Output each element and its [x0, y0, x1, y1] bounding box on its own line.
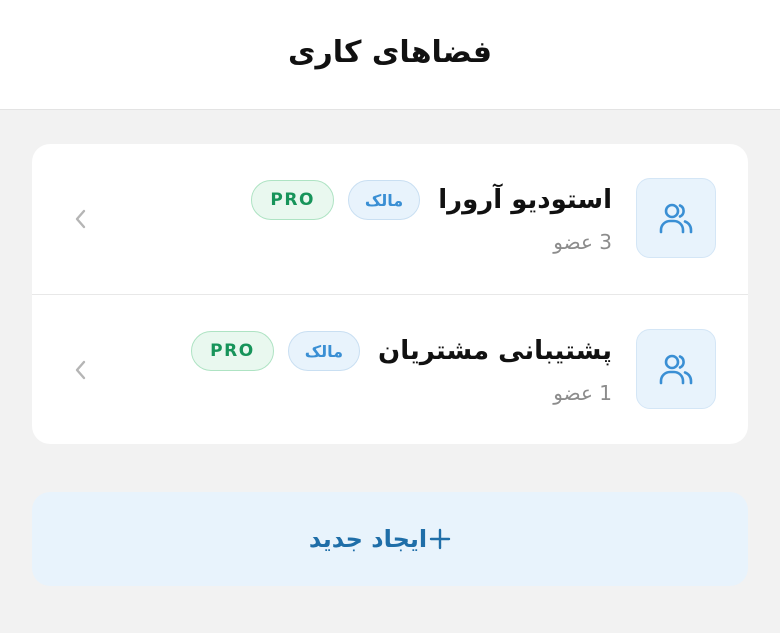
top-bar: فضاهای کاری: [0, 0, 780, 110]
workspace-avatar: [636, 178, 716, 258]
member-count: 1 عضو: [553, 381, 612, 405]
member-count: 3 عضو: [553, 230, 612, 254]
users-icon: [659, 354, 693, 385]
plan-badge: PRO: [251, 180, 334, 220]
users-icon: [659, 203, 693, 234]
chevron-left-icon: [75, 360, 86, 380]
workspace-item[interactable]: پشتیبانی مشتریان مالک PRO 1 عضو: [32, 295, 748, 444]
workspace-item[interactable]: استودیو آرورا مالک PRO 3 عضو: [32, 144, 748, 294]
plus-icon: [427, 526, 453, 552]
workspace-list: استودیو آرورا مالک PRO 3 عضو پشتیبانی مش…: [32, 144, 748, 444]
workspace-name: پشتیبانی مشتریان: [378, 336, 612, 366]
role-badge: مالک: [287, 331, 360, 371]
chevron-left-icon: [75, 209, 86, 229]
role-badge: مالک: [347, 180, 421, 220]
plan-badge: PRO: [191, 331, 274, 371]
create-new-button[interactable]: ایجاد جدید: [32, 492, 748, 586]
page-title: فضاهای کاری: [288, 35, 492, 70]
create-new-label: ایجاد جدید: [308, 525, 428, 553]
workspace-name: استودیو آرورا: [438, 185, 612, 215]
workspace-avatar: [636, 329, 716, 409]
